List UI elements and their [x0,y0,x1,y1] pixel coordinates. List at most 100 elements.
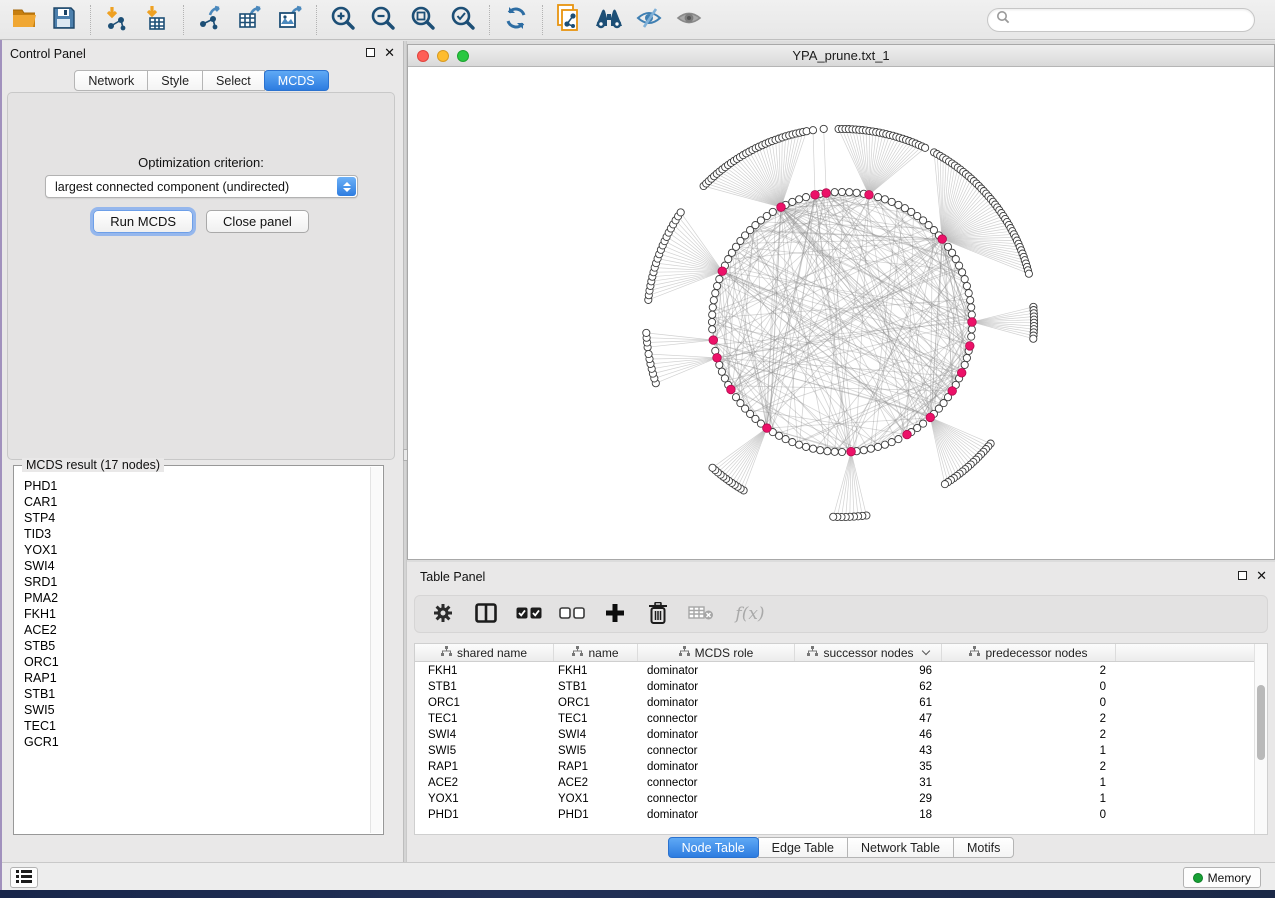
toolbar-separator [489,5,490,35]
zoom-in-icon [330,5,356,34]
table-row[interactable]: YOX1YOX1 connector29 1 [415,791,1254,807]
table-row[interactable]: FKH1FKH1 dominator96 2 [415,663,1254,679]
table-row[interactable]: RAP1RAP1 dominator35 2 [415,759,1254,775]
control-panel-tabs: Network Style Select MCDS [0,70,403,91]
scrollbar-thumb[interactable] [1257,685,1265,760]
zoom-selected-button[interactable] [443,3,483,37]
column-header-shared-name[interactable]: shared name [415,644,554,661]
function-builder-button[interactable]: f(x) [731,601,769,627]
result-list-item[interactable]: ORC1 [24,654,369,670]
result-list-item[interactable]: SRD1 [24,574,369,590]
export-network-button[interactable] [190,3,230,37]
open-session-button[interactable] [4,3,44,37]
result-list-item[interactable]: PHD1 [24,478,369,494]
save-session-button[interactable] [44,3,84,37]
run-mcds-button[interactable]: Run MCDS [93,210,193,233]
share-document-button[interactable] [549,3,589,37]
import-network-button[interactable] [97,3,137,37]
create-column-button[interactable] [602,601,628,627]
table-row[interactable]: SWI4SWI4 dominator46 2 [415,727,1254,743]
export-image-button[interactable] [270,3,310,37]
maximize-window-icon[interactable] [457,50,469,62]
zoom-out-button[interactable] [363,3,403,37]
zoom-fit-icon [410,5,436,34]
result-list-item[interactable]: TID3 [24,526,369,542]
tree-icon [969,646,980,660]
delete-table-button[interactable] [688,601,714,627]
close-window-icon[interactable] [417,50,429,62]
task-history-button[interactable] [10,867,38,888]
table-scrollbar[interactable] [1254,644,1267,834]
select-stepper-icon [337,177,356,196]
table-row[interactable]: ORC1ORC1 dominator61 0 [415,695,1254,711]
column-header-predecessor-nodes[interactable]: predecessor nodes [942,644,1116,661]
network-canvas[interactable] [408,67,1274,559]
table-row[interactable]: ACE2ACE2 connector31 1 [415,775,1254,791]
table-panel-title: Table Panel [420,570,485,584]
float-panel-icon[interactable] [366,48,375,57]
eye-hide-icon [635,6,663,33]
result-list-item[interactable]: YOX1 [24,542,369,558]
tree-icon [572,646,583,660]
minimize-window-icon[interactable] [437,50,449,62]
result-list-item[interactable]: ACE2 [24,622,369,638]
result-list-item[interactable]: SWI4 [24,558,369,574]
show-columns-button[interactable] [473,601,499,627]
tree-icon [679,646,690,660]
first-neighbors-button[interactable] [589,3,629,37]
export-network-icon [197,5,224,34]
export-table-button[interactable] [230,3,270,37]
table-row[interactable]: STB1STB1 dominator62 0 [415,679,1254,695]
toolbar-separator [183,5,184,35]
tab-motifs[interactable]: Motifs [953,837,1014,858]
show-all-button[interactable] [669,3,709,37]
apply-layout-button[interactable] [496,3,536,37]
column-header-name[interactable]: name [554,644,638,661]
hide-selected-button[interactable] [629,3,669,37]
close-panel-button[interactable]: Close panel [206,210,309,233]
select-none-button[interactable] [559,601,585,627]
search-field[interactable] [987,8,1255,32]
column-header-MCDS-role[interactable]: MCDS role [638,644,795,661]
tab-select[interactable]: Select [202,70,265,91]
result-list-item[interactable]: STB1 [24,686,369,702]
tab-mcds[interactable]: MCDS [264,70,329,91]
result-list-item[interactable]: PMA2 [24,590,369,606]
optimization-criterion-label: Optimization criterion: [8,155,394,170]
result-list-item[interactable]: RAP1 [24,670,369,686]
import-table-button[interactable] [137,3,177,37]
table-row[interactable]: SWI5SWI5 connector43 1 [415,743,1254,759]
column-header-successor-nodes[interactable]: successor nodes [795,644,942,661]
tab-style[interactable]: Style [147,70,203,91]
float-table-panel-icon[interactable] [1238,571,1247,580]
result-list-item[interactable]: STP4 [24,510,369,526]
result-list-item[interactable]: FKH1 [24,606,369,622]
optimization-criterion-select[interactable]: largest connected component (undirected) [45,175,358,198]
toolbar-separator [542,5,543,35]
tab-network[interactable]: Network [74,70,148,91]
desktop-edge [0,40,2,890]
memory-button[interactable]: Memory [1183,867,1261,888]
search-input[interactable] [1010,11,1254,29]
result-list-item[interactable]: TEC1 [24,718,369,734]
close-table-panel-icon[interactable]: ✕ [1256,570,1267,581]
result-list-item[interactable]: STB5 [24,638,369,654]
export-image-icon [277,5,304,34]
table-row[interactable]: PHD1PHD1 dominator18 0 [415,807,1254,823]
close-panel-icon[interactable]: ✕ [384,47,395,58]
tab-node-table[interactable]: Node Table [668,837,759,858]
zoom-fit-button[interactable] [403,3,443,37]
tab-edge-table[interactable]: Edge Table [758,837,848,858]
tab-network-table[interactable]: Network Table [847,837,954,858]
result-list-item[interactable]: CAR1 [24,494,369,510]
result-list-item[interactable]: GCR1 [24,734,369,750]
result-scrollbar[interactable] [370,467,382,833]
table-settings-button[interactable] [430,601,456,627]
result-list-item[interactable]: SWI5 [24,702,369,718]
delete-column-button[interactable] [645,601,671,627]
zoom-in-button[interactable] [323,3,363,37]
select-all-button[interactable] [516,601,542,627]
mcds-result-list[interactable]: PHD1CAR1STP4TID3YOX1SWI4SRD1PMA2FKH1ACE2… [15,470,369,833]
network-window-titlebar[interactable]: YPA_prune.txt_1 [408,45,1274,67]
table-row[interactable]: TEC1TEC1 connector47 2 [415,711,1254,727]
